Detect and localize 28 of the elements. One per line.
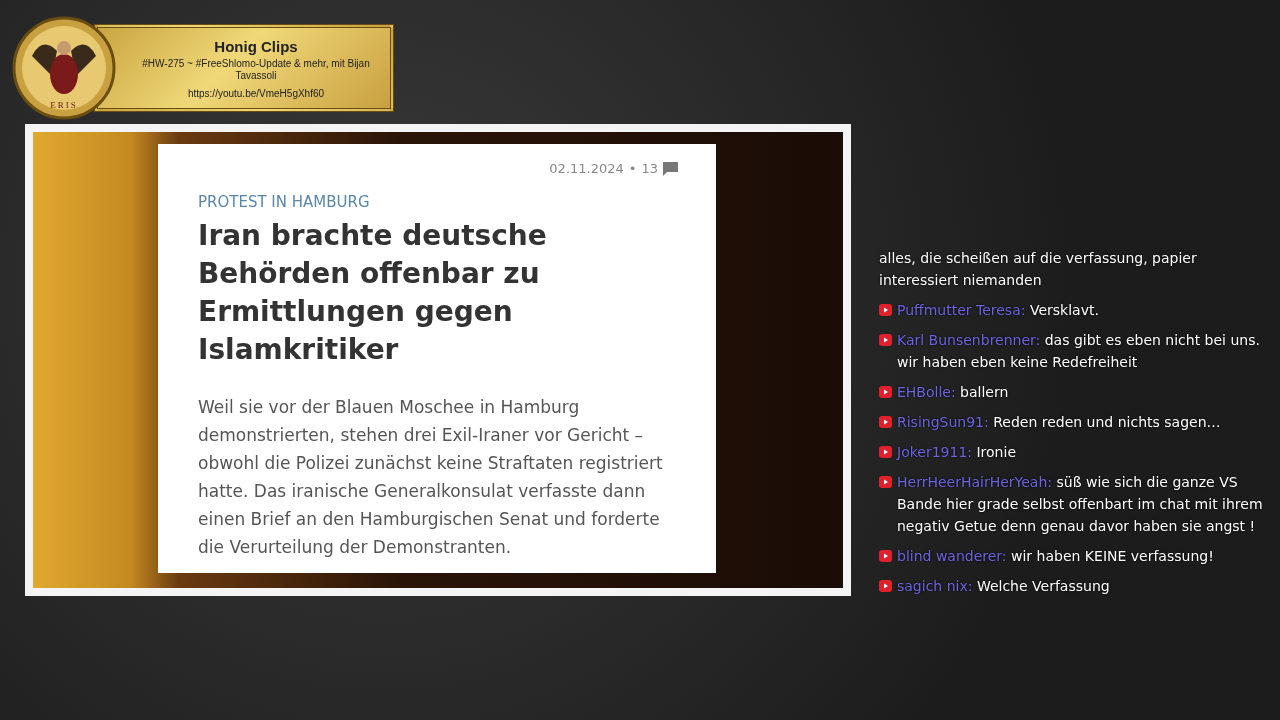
youtube-icon (879, 446, 892, 458)
comment-count: 13 (641, 161, 658, 176)
video-link[interactable]: https://youtu.be/VmeH5gXhf60 (187, 87, 325, 99)
chat-message-text: sagich nix: Welche Verfassung (897, 577, 1110, 596)
chat-message-text: EHBolle: ballern (897, 383, 1009, 402)
youtube-icon (879, 304, 892, 316)
chat-message-text: Karl Bunsenbrenner: das gibt es eben nicht bei uns. wir haben eben keine Redefreiheit (897, 331, 1261, 372)
youtube-icon (879, 416, 892, 428)
youtube-icon (879, 476, 892, 488)
chat-message-text: Joker1911: Ironie (897, 443, 1016, 462)
speech-bubble-icon (663, 161, 678, 176)
separator-dot: • (628, 161, 637, 176)
chat-message-text: HerrHeerHairHerYeah: süß wie sich die ganze VS Bande hier grade selbst offenbart im chat mit ihrem negativ Getue denn genau davor haben sie angst ! (897, 473, 1264, 536)
youtube-icon (879, 550, 892, 562)
chat-message: alles, die scheißen auf die verfassung, papier interessiert niemanden (879, 249, 1198, 290)
chat-message-text: Puffmutter Teresa: Versklavt. (897, 301, 1099, 320)
article-body: Weil sie vor der Blauen Moschee in Hamburg demonstrierten, stehen drei Exil-Iraner vor Gericht – obwohl die Polizei zunächst keine Straftaten registriert hatte. Das iranische Generalkonsulat verfasste dann einen Brief an den Hamburgischen Senat und forderte die Verurteilung der Demonstranten. (198, 396, 664, 559)
eris-logo-drawing: ERIS (12, 16, 116, 120)
article-headline: Iran brachte deutsche Behörden offenbar zu Ermittlungen gegen Islamkritiker (198, 218, 548, 368)
article-date: 02.11.2024 (549, 161, 624, 176)
chat-message-text: RisingSun91: Reden reden und nichts sagen… (897, 413, 1221, 432)
article-kicker: PROTEST IN HAMBURG (198, 193, 371, 211)
youtube-icon (879, 580, 892, 592)
channel-title: Honig Clips (214, 37, 298, 55)
episode-title: #HW-275 ~ #FreeShlomo-Update & mehr, mit Bijan Tavassoli (141, 57, 371, 82)
chat-message-text: blind wanderer: wir haben KEINE verfassung! (897, 547, 1214, 566)
youtube-icon (879, 334, 892, 346)
youtube-icon (879, 386, 892, 398)
